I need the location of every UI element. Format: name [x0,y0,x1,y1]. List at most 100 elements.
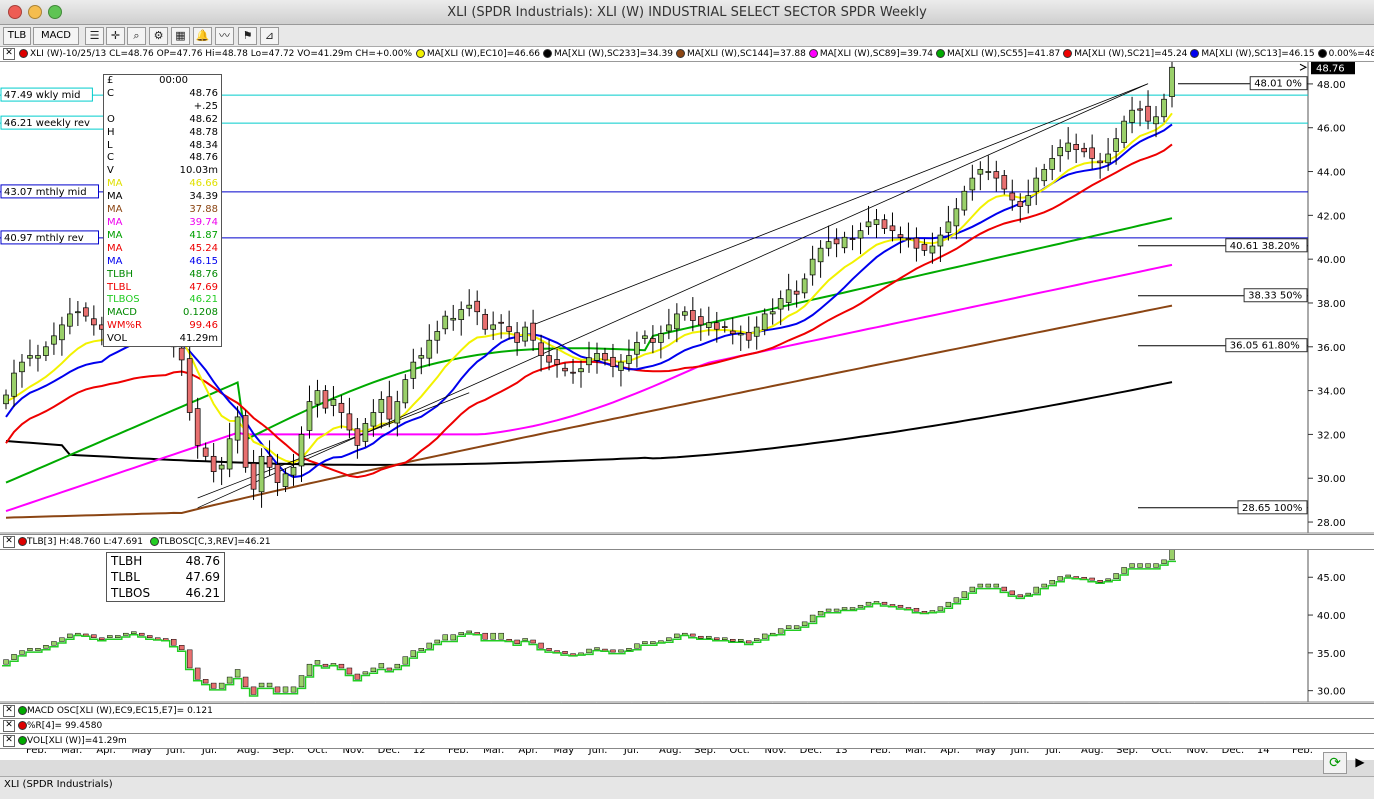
tlb-brick-body [1041,583,1047,588]
line-chart-icon[interactable]: 〰 [215,27,234,45]
refresh-button[interactable]: ⟳ [1323,752,1347,774]
expand-macd-icon[interactable]: ✕ [3,705,15,717]
data-window-row: H 48.78 [104,127,221,140]
zoom-icon[interactable]: ⌕ [127,27,146,45]
legend-items: MA[XLI (W),EC10]=46.66 MA[XLI (W),SC233]=… [415,47,1374,61]
collapse-tlb-icon[interactable]: ✕ [3,536,15,548]
tab-macd[interactable]: MACD [33,27,79,45]
legend-item: MA[XLI (W),SC55]=41.87 [947,49,1061,59]
tlb-brick-body [386,667,393,671]
candle-body [626,355,632,364]
data-window-row: MA 41.87 [104,230,221,243]
tlb-brick-body [314,660,321,665]
expand-volume-icon[interactable]: ✕ [3,735,15,747]
candle-body [753,326,760,337]
tlb-brick-body [738,638,744,642]
tlb-tick-label: 30.00 [1317,687,1346,698]
candle-body [1137,108,1143,111]
y-tick-label: 42.00 [1317,211,1346,222]
tlb-brick-body [714,637,720,640]
drawing-tool-icon[interactable]: ⊿ [260,27,279,45]
candle-body [11,372,17,397]
tlb-brick [314,660,321,665]
tlb-brick-body [402,656,409,665]
tlb-brick-body [753,638,760,642]
tlb-brick-body [123,632,129,636]
tlb-brick-body [857,604,864,608]
tlb-brick-body [1161,559,1167,564]
tlbh-label: TLBH [111,554,143,568]
tlb-brick [434,639,440,644]
tlb-brick-body [170,638,177,646]
tlb-brick-body [498,632,504,640]
dw-value: 48.76 [189,152,218,164]
tlb-brick-body [825,608,832,612]
candle-body [865,221,872,228]
tlb-brick-body [27,648,33,651]
tlb-brick-body [945,601,952,607]
close-legend-icon[interactable]: ✕ [3,48,15,60]
expand-willr-icon[interactable]: ✕ [3,720,15,732]
candle-body [737,333,744,336]
fib-level-label: 28.65 100% [1242,503,1302,514]
crosshair-icon[interactable]: ✛ [106,27,125,45]
dw-key: V [107,165,114,177]
fib-level-label: 36.05 61.80% [1230,341,1300,352]
tlb-brick [1129,563,1135,568]
candle-body [1081,147,1087,153]
tlb-brick-body [67,633,73,638]
tlb-brick [115,635,121,638]
candle-body [1105,153,1111,164]
tlb-brick [857,604,864,608]
candle-body [897,234,904,238]
tlb-brick-body [186,649,193,669]
tlb-brick-body [490,632,496,640]
fib-level-label: 40.61 38.20% [1230,241,1300,252]
tlb-brick [354,673,361,680]
tlb-brick-body [202,679,209,684]
tlb-brick [498,632,504,640]
dw-key: TLBL [107,281,132,293]
list-icon[interactable]: ☰ [85,27,104,45]
chart-icon[interactable]: ▦ [171,27,190,45]
tlb-brick-body [370,667,377,673]
candle-body [418,355,425,359]
candle-body [1145,105,1151,122]
dw-header-key: £ [107,75,114,86]
tlb-brick [226,676,233,684]
macd-legend: MACD OSC[XLI (W),EC9,EC15,E7]= 0.121 [27,706,213,716]
tlb-brick [1025,592,1031,596]
candle-body [785,289,792,303]
candle-body [578,368,584,373]
dw-value: 48.78 [189,126,218,138]
gear-icon[interactable]: ⚙ [149,27,168,45]
bell-icon[interactable]: 🔔 [193,27,212,45]
tab-tlb[interactable]: TLB [3,27,31,45]
tlb-brick-body [35,648,41,651]
tlb-brick-body [1129,563,1135,568]
data-window-row: VOL 41.29m [104,333,221,346]
scroll-right-icon[interactable]: ▶ [1351,752,1369,772]
tlb-brick-body [610,649,616,653]
tlb-brick [626,648,632,651]
dw-value: 46.66 [189,178,218,190]
legend-item: MA[XLI (W),SC21]=45.24 [1074,49,1188,59]
candle-body [929,245,936,254]
flag-icon[interactable]: ⚑ [238,27,257,45]
tlb-brick-body [530,639,536,644]
tlb-brick [234,669,241,678]
tlb-brick [698,635,704,639]
data-window-row: L 48.34 [104,140,221,153]
tlb-brick-body [450,634,456,641]
dw-key: C [107,152,114,164]
y-tick-label: 48.00 [1317,80,1346,91]
tlb-brick [402,656,409,665]
tlb-brick [346,667,353,675]
candle-body [194,408,201,446]
tlb-brick-body [865,601,872,606]
tlb-brick-body [594,647,600,650]
tlb-brick-body [266,682,273,688]
candle-body [993,171,1000,179]
macd-panel-header: ✕ MACD OSC[XLI (W),EC9,EC15,E7]= 0.121 [0,703,1374,719]
tlb-brick [35,648,41,651]
